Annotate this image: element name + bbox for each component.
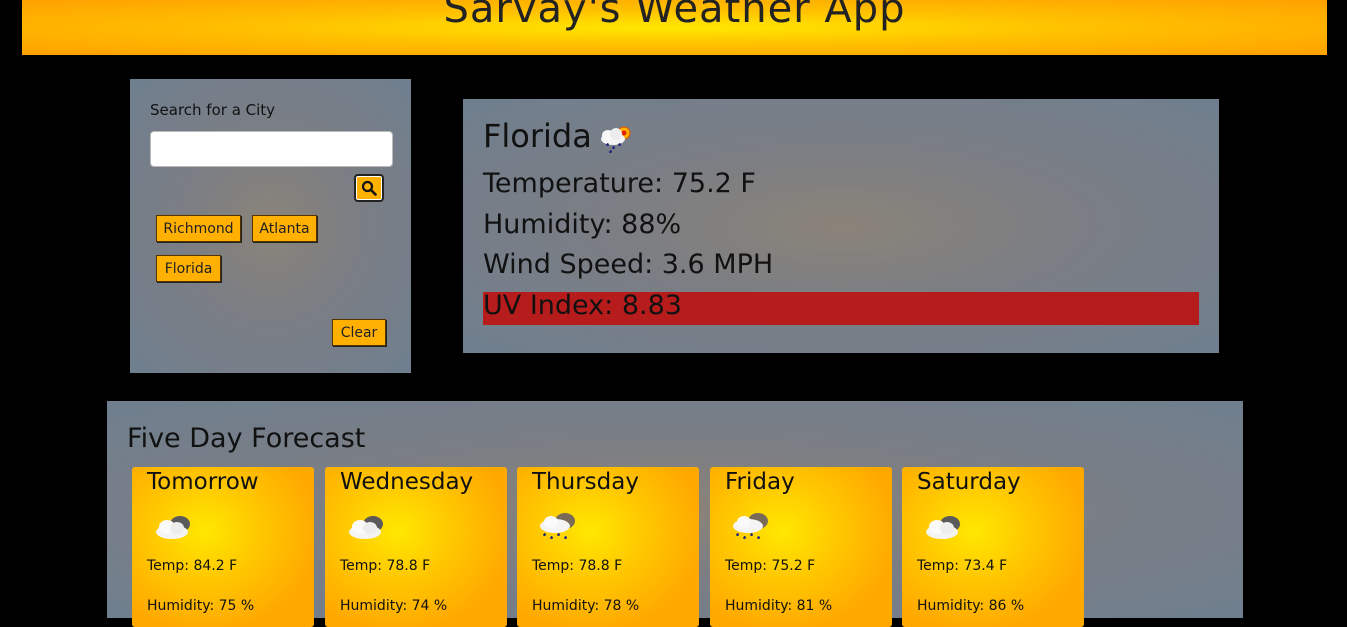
forecast-temp: Temp: 73.4 F xyxy=(917,558,1008,574)
forecast-day: Friday xyxy=(725,469,795,495)
current-humidity: Humidity: 88% xyxy=(483,209,682,240)
current-city-name: Florida xyxy=(483,117,592,155)
history-city-button[interactable]: Florida xyxy=(156,255,221,282)
forecast-card: Saturday Temp: 73.4 F Humidity: 86 % xyxy=(902,467,1084,627)
forecast-humidity: Humidity: 75 % xyxy=(147,598,255,614)
forecast-humidity: Humidity: 74 % xyxy=(340,598,448,614)
forecast-humidity: Humidity: 86 % xyxy=(917,598,1025,614)
rain-cloud-icon xyxy=(540,513,575,540)
forecast-card: Thursday Temp: 78.8 F Humidity: 78 % xyxy=(517,467,699,627)
forecast-humidity: Humidity: 78 % xyxy=(532,598,640,614)
app-header: Sarvay's Weather App xyxy=(22,0,1327,55)
clear-button[interactable]: Clear xyxy=(332,319,386,346)
forecast-temp: Temp: 75.2 F xyxy=(725,558,816,574)
forecast-panel: Five Day Forecast Tomorrow Temp: 84.2 F … xyxy=(107,401,1243,627)
forecast-day: Wednesday xyxy=(340,469,474,495)
forecast-day: Saturday xyxy=(917,469,1021,495)
forecast-day: Tomorrow xyxy=(147,469,259,495)
cloud-icon xyxy=(349,516,383,539)
app-title: Sarvay's Weather App xyxy=(443,0,906,32)
forecast-title: Five Day Forecast xyxy=(127,423,366,454)
forecast-card: Friday Temp: 75.2 F Humidity: 81 % xyxy=(710,467,892,627)
history-city-button[interactable]: Atlanta xyxy=(252,215,317,242)
forecast-temp: Temp: 84.2 F xyxy=(147,558,238,574)
current-temperature: Temperature: 75.2 F xyxy=(483,168,756,199)
forecast-temp: Temp: 78.8 F xyxy=(532,558,623,574)
search-icon xyxy=(361,180,377,196)
current-weather-panel: Florida Temperature: 75.2 F Humidity: 88… xyxy=(463,99,1219,353)
forecast-card: Wednesday Temp: 78.8 F Humidity: 74 % xyxy=(325,467,507,627)
search-input[interactable] xyxy=(150,131,393,167)
search-button[interactable] xyxy=(354,174,384,202)
forecast-temp: Temp: 78.8 F xyxy=(340,558,431,574)
forecast-humidity: Humidity: 81 % xyxy=(725,598,833,614)
cloud-icon xyxy=(926,516,960,539)
uv-index-badge: UV Index: 8.83 xyxy=(483,290,1199,325)
history-city-button[interactable]: Richmond xyxy=(156,215,241,242)
search-panel: Search for a City Richmond Atlanta Flori… xyxy=(130,79,411,373)
current-wind-speed: Wind Speed: 3.6 MPH xyxy=(483,249,774,280)
cloud-icon xyxy=(156,516,190,539)
uv-index-text: UV Index: 8.83 xyxy=(483,290,682,321)
current-city-title: Florida xyxy=(483,117,636,155)
rain-cloud-icon xyxy=(733,513,768,540)
forecast-card: Tomorrow Temp: 84.2 F Humidity: 75 % xyxy=(132,467,314,627)
rain-sun-icon xyxy=(600,126,631,154)
search-label: Search for a City xyxy=(150,101,276,119)
forecast-day: Thursday xyxy=(532,469,639,495)
